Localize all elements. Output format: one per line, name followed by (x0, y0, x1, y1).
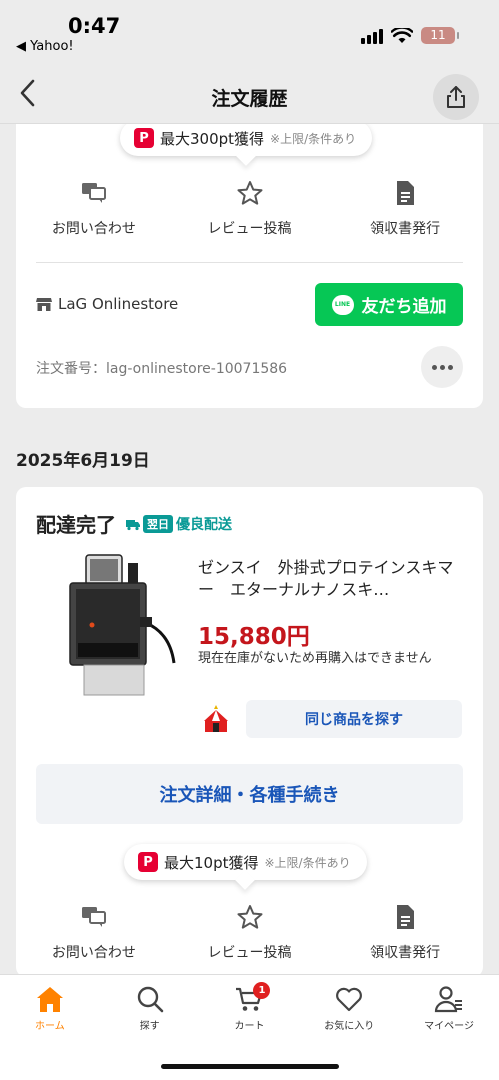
delivery-badge: 翌日 優良配送 (126, 514, 232, 534)
order-card: P 最大300pt獲得 ※上限/条件あり お問い合わせ レビュー投稿 領収書発行… (16, 110, 483, 408)
order-actions: お問い合わせ レビュー投稿 領収書発行 (16, 904, 483, 962)
more-options-button[interactable] (421, 346, 463, 388)
line-add-friend-button[interactable]: LINE 友だち追加 (315, 283, 463, 326)
delivery-status: 配達完了 (36, 513, 116, 537)
store-link[interactable]: LaG Onlinestore (36, 295, 178, 313)
points-note: ※上限/条件あり (264, 855, 351, 870)
product-name-link[interactable]: ゼンスイ 外掛式プロテインスキマー エターナルナノスキ… (198, 557, 458, 601)
divider (36, 262, 463, 263)
review-button[interactable]: レビュー投稿 (172, 180, 328, 238)
order-card: 配達完了 翌日 優良配送 ゼンスイ 外掛式プロテインスキマー エターナルナノスキ… (16, 487, 483, 977)
battery-icon: 11 (421, 27, 459, 44)
chat-icon (81, 183, 106, 203)
tab-favorites[interactable]: お気に入り (299, 985, 399, 1045)
receipt-button[interactable]: 領収書発行 (327, 180, 483, 238)
paypay-icon: P (134, 128, 154, 148)
bottom-tab-bar: ホーム 探す 1 カート お気に入り マイページ (0, 974, 499, 1080)
truck-icon (126, 519, 140, 530)
points-tooltip: P 最大300pt獲得 ※上限/条件あり (120, 120, 373, 156)
chat-icon (81, 907, 106, 927)
document-icon (397, 905, 415, 929)
more-dots-icon (431, 364, 437, 370)
share-icon (447, 86, 465, 108)
order-number: 注文番号：lag-onlinestore-10071586 (36, 361, 288, 377)
star-icon (237, 905, 262, 929)
cellular-signal-icon (361, 28, 383, 44)
tab-cart[interactable]: 1 カート (200, 982, 300, 1045)
review-button[interactable]: レビュー投稿 (172, 904, 328, 962)
tab-home[interactable]: ホーム (0, 985, 100, 1045)
header: 注文履歴 (0, 62, 499, 124)
receipt-button[interactable]: 領収書発行 (327, 904, 483, 962)
out-of-stock-note: 現在在庫がないため再購入はできません (198, 651, 432, 666)
order-details-button[interactable]: 注文詳細・各種手続き (36, 764, 463, 824)
points-text: 最大300pt獲得 (160, 129, 265, 148)
points-tooltip: P 最大10pt獲得 ※上限/条件あり (124, 844, 367, 880)
circus-tent-icon (198, 701, 234, 737)
paypay-icon: P (138, 852, 158, 872)
store-name: LaG Onlinestore (58, 295, 179, 313)
clock: 0:47 (68, 14, 121, 38)
points-note: ※上限/条件あり (270, 131, 357, 146)
product-price: 15,880円 (198, 624, 310, 650)
contact-button[interactable]: お問い合わせ (16, 180, 172, 238)
find-same-product-button[interactable]: 同じ商品を探す (246, 700, 462, 738)
order-date-heading: 2025年6月19日 (16, 451, 150, 471)
search-icon (137, 986, 163, 1013)
store-icon (36, 297, 52, 311)
cart-count-badge: 1 (253, 982, 271, 999)
points-text: 最大10pt獲得 (164, 853, 259, 872)
wifi-icon (391, 27, 413, 43)
order-actions: お問い合わせ レビュー投稿 領収書発行 (16, 180, 483, 238)
home-indicator (161, 1064, 339, 1069)
tab-search[interactable]: 探す (100, 985, 200, 1045)
contact-button[interactable]: お問い合わせ (16, 904, 172, 962)
home-icon (36, 987, 63, 1012)
tab-mypage[interactable]: マイページ (399, 985, 499, 1045)
page-title: 注文履歴 (211, 88, 288, 110)
heart-icon (336, 987, 363, 1012)
user-icon (434, 986, 463, 1013)
back-to-app-link[interactable]: ◀ Yahoo! (16, 39, 74, 54)
line-icon: LINE (331, 294, 354, 315)
status-bar: 0:47 ◀ Yahoo! 11 (0, 0, 499, 62)
document-icon (397, 181, 415, 205)
share-button[interactable] (433, 74, 479, 120)
star-icon (237, 181, 262, 205)
product-image[interactable] (60, 553, 180, 705)
